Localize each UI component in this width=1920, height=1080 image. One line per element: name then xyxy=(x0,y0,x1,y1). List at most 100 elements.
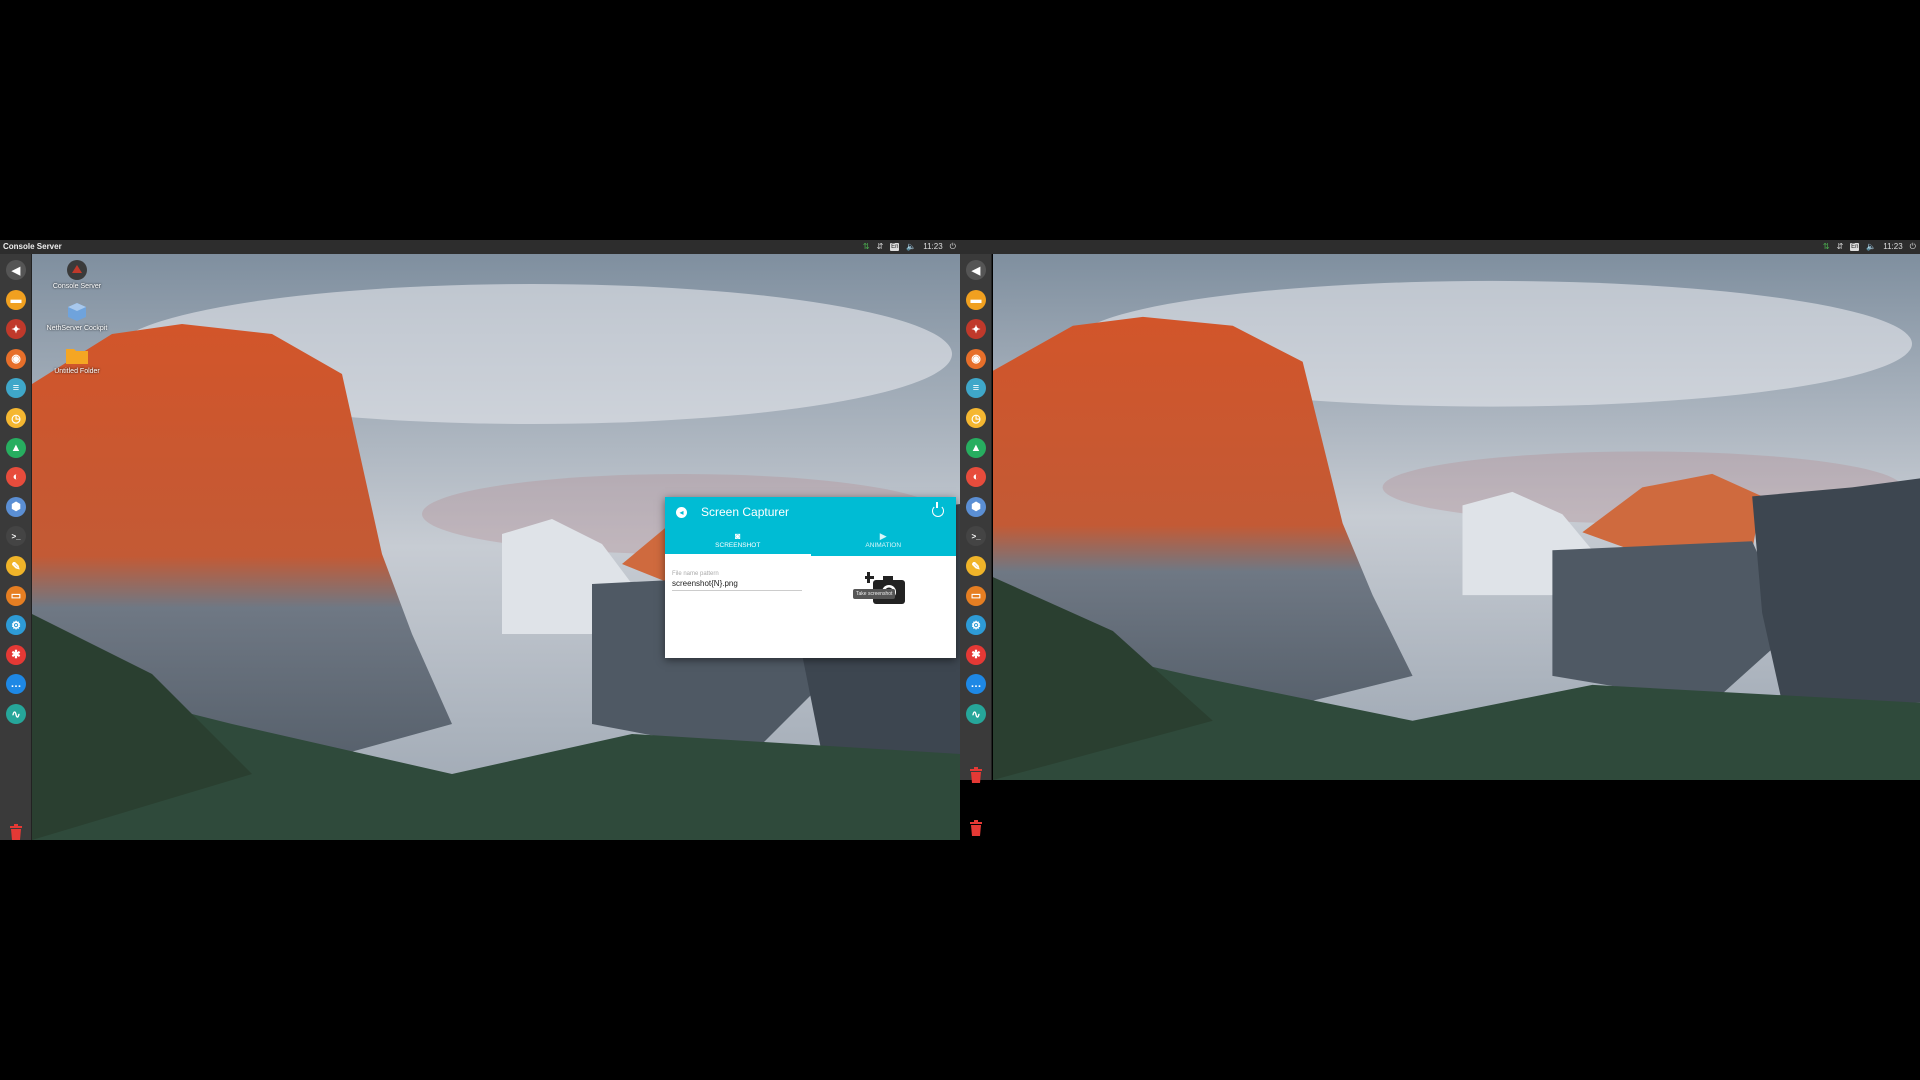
tab-label: ANIMATION xyxy=(865,542,902,549)
capturer-header: ◂ Screen Capturer xyxy=(665,497,956,527)
folder-icon: ▬ xyxy=(966,289,986,310)
capturer-title: Screen Capturer xyxy=(701,505,790,519)
dock-item-browser[interactable]: ◉ xyxy=(964,347,988,371)
dock-item-console-server[interactable]: ✦ xyxy=(4,317,28,341)
clock[interactable]: 11:23 xyxy=(923,240,942,254)
clock[interactable]: 11:23 xyxy=(1883,240,1902,254)
dock-item-clock[interactable]: ◷ xyxy=(4,406,28,430)
dock-item-more[interactable]: … xyxy=(4,672,28,696)
cube-icon: ⬢ xyxy=(966,496,986,517)
slides-icon: ▭ xyxy=(6,585,26,606)
folder-icon: ▬ xyxy=(6,289,26,310)
dock-item-settings[interactable]: ⚙ xyxy=(964,613,988,637)
dock-item-console-server[interactable]: ✦ xyxy=(964,317,988,341)
dock-item-clock[interactable]: ◷ xyxy=(964,406,988,430)
dock-item-more[interactable]: … xyxy=(964,672,988,696)
dock-item-slides[interactable]: ▭ xyxy=(4,584,28,608)
dock-item-chart[interactable]: ▲ xyxy=(964,436,988,460)
settings-icon: ⚙ xyxy=(6,615,26,636)
power-icon[interactable] xyxy=(932,502,944,517)
dock-item-trash[interactable] xyxy=(4,820,28,844)
dock-item-activity[interactable]: ∿ xyxy=(964,702,988,726)
dock-item-terminal[interactable]: >_ xyxy=(964,524,988,548)
terminal-icon: >_ xyxy=(6,526,26,547)
volume-icon[interactable]: 🔈 xyxy=(1866,240,1876,254)
active-window-title: Console Server xyxy=(3,242,62,251)
network-icon[interactable]: ⇅ xyxy=(863,240,870,254)
dock-item-bug[interactable]: ✱ xyxy=(964,643,988,667)
dock-item-terminal[interactable]: >_ xyxy=(4,524,28,548)
dock-item-activity[interactable]: ∿ xyxy=(4,702,28,726)
chart-icon: ▲ xyxy=(966,437,986,458)
browser-icon: ◉ xyxy=(966,348,986,369)
dock-item-browser[interactable]: ◉ xyxy=(4,347,28,371)
pen-icon: ✎ xyxy=(6,556,26,576)
dock-item-trash[interactable] xyxy=(964,816,988,840)
dock-item-trash[interactable] xyxy=(964,763,988,787)
dock-item-folder[interactable]: ▬ xyxy=(964,288,988,312)
dock-item-bug[interactable]: ✱ xyxy=(4,643,28,667)
dock-item-pen[interactable]: ✎ xyxy=(964,554,988,578)
dock-item-settings[interactable]: ⚙ xyxy=(4,613,28,637)
system-tray: ⇅ ⇵ En 🔈 11:23 ⏻ xyxy=(1823,240,1916,254)
camera-icon: ◙ xyxy=(735,531,741,541)
dock: ◀ ▬ ✦ ◉ ≡ ◷ ▲ ◐ ⬢ >_ ✎ ▭ ⚙ ✱ … ∿ xyxy=(0,254,32,840)
tab-screenshot[interactable]: ◙ SCREENSHOT xyxy=(665,527,811,556)
slides-icon: ▭ xyxy=(966,585,986,606)
dock-item-cube[interactable]: ⬢ xyxy=(4,495,28,519)
tab-animation[interactable]: ▶ ANIMATION xyxy=(811,527,957,556)
bug-icon: ✱ xyxy=(6,644,26,665)
dock-item-pen[interactable]: ✎ xyxy=(4,554,28,578)
top-panel: ⇅ ⇵ En 🔈 11:23 ⏻ xyxy=(960,240,1920,254)
cube-icon xyxy=(64,301,90,323)
clock-icon: ◷ xyxy=(6,408,26,428)
dock-item-back[interactable]: ◀ xyxy=(964,258,988,282)
dock: ◀ ▬ ✦ ◉ ≡ ◷ ▲ ◐ ⬢ >_ ✎ ▭ ⚙ ✱ … ∿ xyxy=(960,254,992,836)
file-name-pattern-input[interactable] xyxy=(672,579,802,591)
dock-item-cube[interactable]: ⬢ xyxy=(964,495,988,519)
video-icon: ▶ xyxy=(879,531,887,541)
capturer-tabs: ◙ SCREENSHOT ▶ ANIMATION xyxy=(665,527,956,556)
back-icon: ◀ xyxy=(966,260,986,280)
activity-icon: ∿ xyxy=(966,704,986,724)
dock-item-slides[interactable]: ▭ xyxy=(964,584,988,608)
dock-item-folder[interactable]: ▬ xyxy=(4,288,28,312)
desktop-icon-cockpit[interactable]: NethServer Cockpit xyxy=(42,301,112,332)
power-icon[interactable]: ⏻ xyxy=(1910,240,1916,254)
network-icon[interactable]: ⇅ xyxy=(1823,240,1830,254)
desktop-icon-folder[interactable]: Untitled Folder xyxy=(42,344,112,375)
trash-icon xyxy=(970,820,982,836)
dock-item-document[interactable]: ≡ xyxy=(964,376,988,400)
chart-icon: ▲ xyxy=(6,437,26,458)
keyboard-layout-indicator[interactable]: En xyxy=(1850,243,1860,251)
power-icon[interactable]: ⏻ xyxy=(950,240,956,254)
tab-label: SCREENSHOT xyxy=(715,542,761,549)
transfer-icon[interactable]: ⇵ xyxy=(877,240,884,254)
more-icon: … xyxy=(966,674,986,695)
pen-icon: ✎ xyxy=(966,556,986,576)
screen-capturer-window: ◂ Screen Capturer ◙ SCREENSHOT ▶ ANIMATI… xyxy=(665,497,956,658)
bug-icon: ✱ xyxy=(966,644,986,665)
dock-item-pie[interactable]: ◐ xyxy=(4,465,28,489)
transfer-icon[interactable]: ⇵ xyxy=(1837,240,1844,254)
volume-icon[interactable]: 🔈 xyxy=(906,240,916,254)
folder-icon xyxy=(64,344,90,366)
dock-item-document[interactable]: ≡ xyxy=(4,376,28,400)
right-screen: ⇅ ⇵ En 🔈 11:23 ⏻ ◀ ▬ ✦ ◉ ≡ ◷ ▲ ◐ ⬢ >_ ✎ ▭ ⚙ ✱ … ∿ xyxy=(960,240,1920,836)
pie-icon: ◐ xyxy=(6,467,26,488)
clock-icon: ◷ xyxy=(966,408,986,428)
file-name-pattern-label: File name pattern xyxy=(672,571,719,577)
browser-icon: ◉ xyxy=(6,348,26,369)
back-icon: ◀ xyxy=(6,260,26,280)
desktop-icon-label: Untitled Folder xyxy=(54,368,100,375)
desktop-icon-console-server[interactable]: Console Server xyxy=(42,259,112,290)
dock-item-pie[interactable]: ◐ xyxy=(964,465,988,489)
left-screen: Console Server ⇅ ⇵ En 🔈 11:23 ⏻ ◀ ▬ ✦ ◉ ≡ ◷ ▲ ◐… xyxy=(0,240,960,840)
dock-item-chart[interactable]: ▲ xyxy=(4,436,28,460)
back-icon[interactable]: ◂ xyxy=(676,506,687,518)
keyboard-layout-indicator[interactable]: En xyxy=(890,243,900,251)
system-tray: ⇅ ⇵ En 🔈 11:23 ⏻ xyxy=(863,240,956,254)
console-server-icon: ✦ xyxy=(966,319,986,340)
dock-item-back[interactable]: ◀ xyxy=(4,258,28,282)
settings-icon: ⚙ xyxy=(966,615,986,636)
